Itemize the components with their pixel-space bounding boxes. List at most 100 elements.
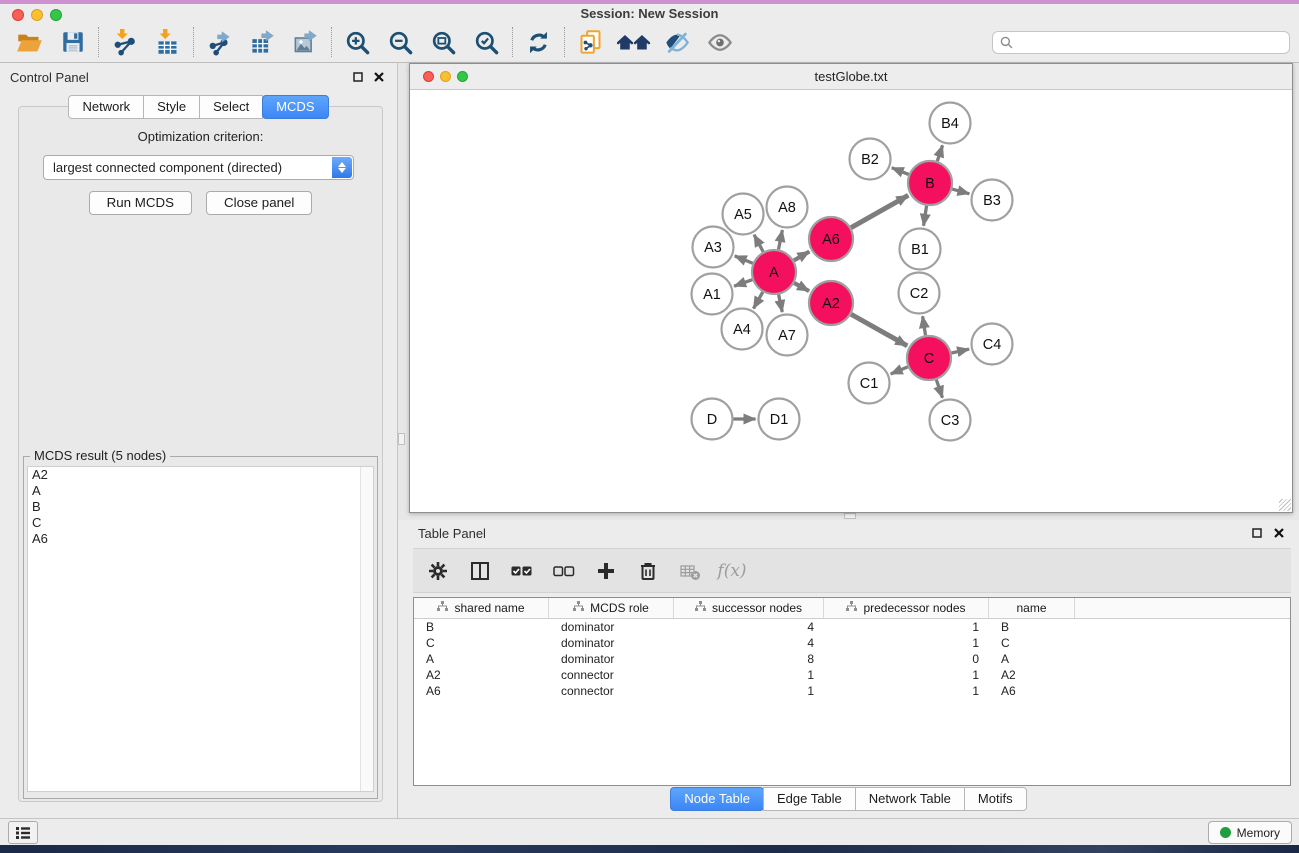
- table-row[interactable]: Bdominator41B: [414, 619, 1290, 635]
- tab-select[interactable]: Select: [199, 95, 263, 119]
- edge-A2-C[interactable]: [851, 314, 907, 346]
- function-builder-icon[interactable]: f(x): [717, 555, 747, 587]
- edge-A-A3[interactable]: [735, 256, 753, 263]
- deselect-all-icon[interactable]: [549, 555, 579, 587]
- run-mcds-button[interactable]: Run MCDS: [89, 191, 192, 215]
- edge-A-A2[interactable]: [794, 283, 809, 291]
- delete-rows-icon[interactable]: [633, 555, 663, 587]
- home-icon[interactable]: [612, 25, 655, 59]
- open-file-icon[interactable]: [8, 25, 51, 59]
- tab-edge-table[interactable]: Edge Table: [763, 787, 856, 811]
- edge-C-C4[interactable]: [951, 349, 969, 353]
- network-window-titlebar[interactable]: testGlobe.txt: [410, 64, 1292, 90]
- tab-mcds[interactable]: MCDS: [262, 95, 328, 119]
- control-panel-tabs: NetworkStyleSelectMCDS: [0, 95, 397, 119]
- mcds-result-item[interactable]: C: [28, 515, 373, 531]
- settings-icon[interactable]: [423, 555, 453, 587]
- mcds-result-item[interactable]: B: [28, 499, 373, 515]
- mcds-result-item[interactable]: A6: [28, 531, 373, 547]
- edge-C-C1[interactable]: [891, 367, 908, 374]
- edge-A-A1[interactable]: [734, 280, 752, 286]
- column-header-MCDS-role[interactable]: MCDS role: [549, 598, 674, 618]
- float-panel-icon[interactable]: [352, 71, 364, 83]
- tab-network[interactable]: Network: [68, 95, 144, 119]
- export-network-icon[interactable]: [198, 25, 241, 59]
- edge-A-A7[interactable]: [779, 295, 783, 312]
- zoom-selected-icon[interactable]: [465, 25, 508, 59]
- edge-B-B3[interactable]: [952, 189, 969, 194]
- edge-C-C3[interactable]: [936, 380, 942, 398]
- select-all-icon[interactable]: [507, 555, 537, 587]
- tab-network-table[interactable]: Network Table: [855, 787, 965, 811]
- search-field[interactable]: [992, 31, 1290, 54]
- task-history-button[interactable]: [8, 821, 38, 844]
- mcds-result-item[interactable]: A2: [28, 467, 373, 483]
- export-table-icon[interactable]: [241, 25, 284, 59]
- node-table: shared nameMCDS rolesuccessor nodesprede…: [413, 597, 1291, 786]
- search-icon: [1000, 36, 1013, 49]
- search-input[interactable]: [1018, 32, 1289, 53]
- delete-table-icon[interactable]: [675, 555, 705, 587]
- table-row[interactable]: A2connector11A2: [414, 667, 1290, 683]
- zoom-in-icon[interactable]: [336, 25, 379, 59]
- edge-A6-B[interactable]: [851, 195, 908, 227]
- add-row-icon[interactable]: [591, 555, 621, 587]
- hide-details-icon[interactable]: [655, 25, 698, 59]
- close-panel-icon[interactable]: [373, 71, 385, 83]
- edge-A-A5[interactable]: [754, 235, 763, 252]
- column-header-successor-nodes[interactable]: successor nodes: [674, 598, 824, 618]
- node-label-C2: C2: [910, 286, 929, 302]
- tab-node-table[interactable]: Node Table: [670, 787, 764, 811]
- criterion-select[interactable]: largest connected component (directed): [43, 155, 354, 180]
- cell: 1: [824, 683, 989, 699]
- refresh-icon[interactable]: [517, 25, 560, 59]
- column-header-shared-name[interactable]: shared name: [414, 598, 549, 618]
- import-table-icon[interactable]: [146, 25, 189, 59]
- splitter-handle[interactable]: [844, 513, 856, 519]
- import-network-icon[interactable]: [103, 25, 146, 59]
- edge-B-B1[interactable]: [924, 206, 927, 226]
- mcds-result-list[interactable]: A2ABCA6: [27, 466, 374, 792]
- zoom-fit-icon[interactable]: [422, 25, 465, 59]
- memory-label: Memory: [1237, 826, 1280, 840]
- show-columns-icon[interactable]: [465, 555, 495, 587]
- show-details-icon[interactable]: [698, 25, 741, 59]
- edge-A-A6[interactable]: [794, 252, 809, 261]
- export-image-icon[interactable]: [284, 25, 327, 59]
- zoom-out-icon[interactable]: [379, 25, 422, 59]
- column-header-predecessor-nodes[interactable]: predecessor nodes: [824, 598, 989, 618]
- network-canvas[interactable]: B4B2BB3A5A8A6A3B1AC2A1A2A4A7C4CC1C3DD1: [410, 90, 1292, 512]
- float-table-panel-icon[interactable]: [1251, 527, 1263, 539]
- tab-motifs[interactable]: Motifs: [964, 787, 1027, 811]
- column-header-name[interactable]: name: [989, 598, 1075, 618]
- resize-grip-icon[interactable]: [1279, 499, 1291, 511]
- edge-B-B2[interactable]: [892, 168, 909, 175]
- network-window-title: testGlobe.txt: [410, 69, 1292, 84]
- toolbar-separator: [564, 27, 565, 57]
- table-row[interactable]: A6connector11A6: [414, 683, 1290, 699]
- table-row[interactable]: Cdominator41C: [414, 635, 1290, 651]
- close-panel-button[interactable]: Close panel: [206, 191, 312, 215]
- table-panel-title: Table Panel: [418, 526, 486, 541]
- splitter-handle[interactable]: [398, 433, 405, 445]
- save-session-icon[interactable]: [51, 25, 94, 59]
- edge-C-C2[interactable]: [923, 316, 926, 335]
- edge-A-A8[interactable]: [779, 230, 783, 249]
- node-label-A: A: [769, 265, 779, 281]
- toolbar-separator: [512, 27, 513, 57]
- clone-network-icon[interactable]: [569, 25, 612, 59]
- cell: connector: [549, 683, 674, 699]
- shared-column-icon: [573, 601, 584, 615]
- mcds-result-item[interactable]: A: [28, 483, 373, 499]
- network-view-area: testGlobe.txt B4B2BB3A5A8A6A3B1AC2A1A2A4…: [397, 63, 1299, 520]
- close-table-panel-icon[interactable]: [1273, 527, 1285, 539]
- edge-B-B4[interactable]: [937, 145, 942, 161]
- main-toolbar: [0, 22, 1299, 63]
- result-scrollbar[interactable]: [360, 467, 373, 791]
- edge-A-A4[interactable]: [754, 292, 763, 308]
- tab-style[interactable]: Style: [143, 95, 200, 119]
- memory-button[interactable]: Memory: [1208, 821, 1292, 844]
- cell: B: [989, 619, 1075, 635]
- table-panel: Table Panel: [397, 520, 1299, 818]
- table-row[interactable]: Adominator80A: [414, 651, 1290, 667]
